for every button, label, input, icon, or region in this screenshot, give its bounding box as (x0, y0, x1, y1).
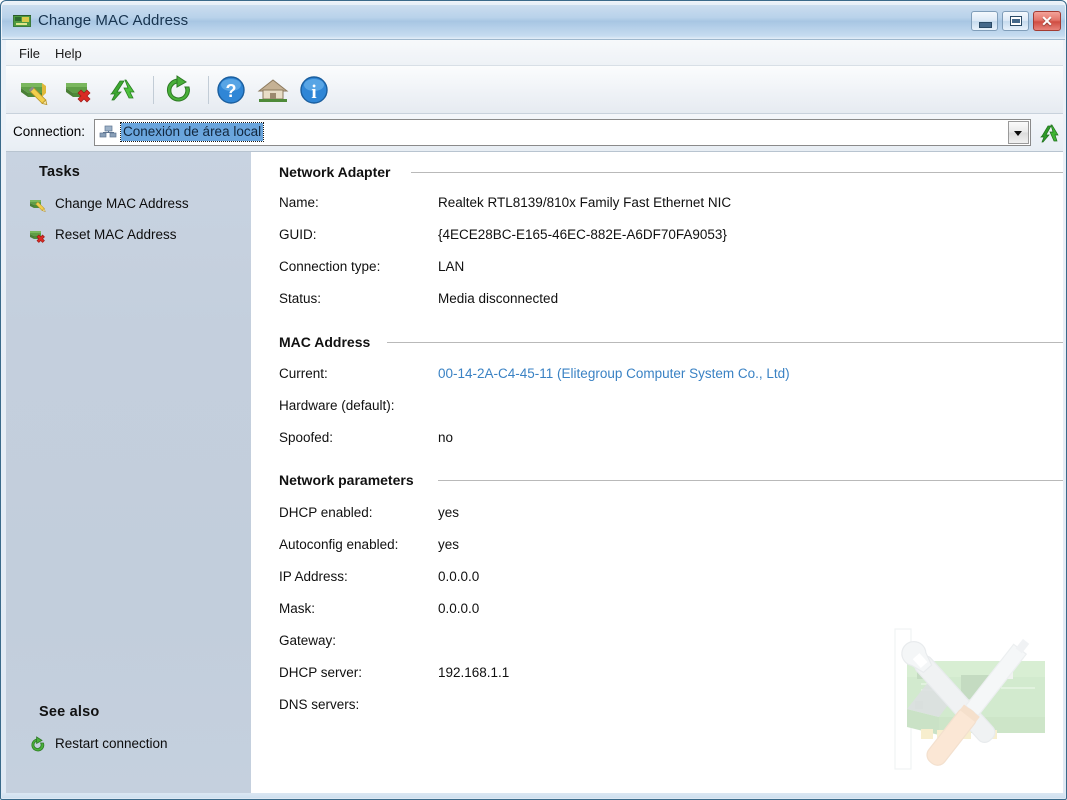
section-title-mac-address: MAC Address (279, 334, 371, 350)
row-value-guid: {4ECE28BC-E165-46EC-882E-A6DF70FA9053} (438, 227, 727, 242)
network-connection-icon (99, 125, 117, 140)
row-label-dhcp-enabled: DHCP enabled: (279, 505, 373, 520)
row-value-ip-address: 0.0.0.0 (438, 569, 480, 584)
row-label-spoofed: Spoofed: (279, 430, 334, 445)
row-value-name: Realtek RTL8139/810x Family Fast Etherne… (438, 195, 732, 210)
toolbar-separator-1 (153, 76, 154, 104)
row-label-connection-type: Connection type: (279, 259, 381, 274)
close-icon: ✕ (1041, 13, 1053, 29)
row-value-current-mac[interactable]: 00-14-2A-C4-45-11 (Elitegroup Computer S… (438, 366, 790, 381)
section-title-network-adapter: Network Adapter (279, 164, 391, 180)
minimize-button[interactable] (971, 11, 998, 31)
reset-mac-address-button[interactable] (62, 73, 96, 107)
row-value-connection-type: LAN (438, 259, 465, 274)
chevron-down-icon (1014, 131, 1022, 136)
blue-question-mark-help-icon: ? (217, 76, 245, 104)
close-button[interactable]: ✕ (1033, 11, 1061, 31)
section-title-network-parameters: Network parameters (279, 472, 414, 488)
row-label-guid: GUID: (279, 227, 317, 242)
details-panel: Network Adapter Name: Realtek RTL8139/81… (256, 152, 1063, 795)
row-label-gateway: Gateway: (279, 633, 337, 648)
about-button[interactable]: i (297, 73, 331, 107)
connection-label: Connection: (13, 124, 86, 139)
row-value-mask: 0.0.0.0 (438, 601, 480, 616)
toolbar-separator-2 (208, 76, 209, 104)
connection-combobox-field[interactable]: Conexión de área local (95, 120, 1008, 145)
network-card-pencil-icon (21, 83, 48, 106)
row-value-dhcp-server: 192.168.1.1 (438, 665, 510, 680)
connection-refresh-button[interactable] (1038, 123, 1062, 144)
sidebar: Tasks Change MAC Address Reset MAC Addre… (6, 152, 252, 795)
change-mac-address-button[interactable] (18, 73, 52, 107)
connection-selected-value[interactable]: Conexión de área local (119, 122, 265, 142)
network-card-icon (13, 13, 31, 29)
row-label-dns-servers: DNS servers: (279, 697, 360, 712)
menu-help[interactable]: Help (48, 44, 89, 63)
section-rule (387, 342, 1063, 343)
row-label-autoconfig-enabled: Autoconfig enabled: (279, 537, 399, 552)
row-label-name: Name: (279, 195, 319, 210)
sidebar-item-label: Change MAC Address (55, 196, 189, 211)
help-button[interactable]: ? (214, 73, 248, 107)
green-double-arrow-refresh-icon (1040, 124, 1059, 143)
section-rule (411, 172, 1063, 173)
row-label-ip-address: IP Address: (279, 569, 348, 584)
window-title: Change MAC Address (38, 12, 189, 29)
section-rule (438, 480, 1063, 481)
row-value-status: Media disconnected (438, 291, 559, 306)
network-card-red-x-icon (66, 83, 91, 103)
restart-connection-button[interactable] (162, 73, 196, 107)
house-home-icon (257, 79, 289, 102)
maximize-icon-inner (1012, 19, 1020, 23)
sidebar-item-label: Reset MAC Address (55, 227, 177, 242)
row-label-current: Current: (279, 366, 328, 381)
svg-text:?: ? (226, 81, 237, 101)
title-bar: Change MAC Address ✕ (2, 2, 1065, 40)
row-value-spoofed: no (438, 430, 454, 445)
connection-combobox[interactable]: Conexión de área local (94, 119, 1031, 146)
sidebar-item-label: Restart connection (55, 736, 168, 751)
row-label-status: Status: (279, 291, 322, 306)
title-bar-sheen (2, 2, 1065, 5)
content-area: Tasks Change MAC Address Reset MAC Addre… (6, 152, 1063, 795)
svg-text:i: i (311, 82, 316, 103)
sidebar-see-also-heading: See also (39, 704, 100, 720)
connection-dropdown-button[interactable] (1008, 121, 1029, 144)
connection-bar: Connection: Conexión de área local (6, 114, 1063, 152)
green-circular-restart-icon (29, 736, 47, 753)
row-label-hardware-default: Hardware (default): (279, 398, 395, 413)
network-card-red-x-icon (29, 227, 47, 244)
row-value-dhcp-enabled: yes (438, 505, 460, 520)
menu-file[interactable]: File (12, 44, 47, 63)
minimize-icon (979, 22, 992, 28)
blue-info-icon: i (300, 76, 328, 104)
application-window: Change MAC Address ✕ File Help ? i Conne… (0, 0, 1067, 800)
home-button[interactable] (256, 73, 290, 107)
refresh-button[interactable] (106, 73, 140, 107)
window-bottom-trim (2, 793, 1065, 798)
maximize-button[interactable] (1002, 11, 1029, 31)
toolbar: ? i (6, 66, 1063, 114)
row-label-mask: Mask: (279, 601, 316, 616)
row-label-dhcp-server: DHCP server: (279, 665, 363, 680)
network-card-with-tools-watermark (877, 617, 1055, 789)
row-value-autoconfig-enabled: yes (438, 537, 460, 552)
menu-bar: File Help (6, 40, 1063, 66)
green-circular-restart-icon (166, 75, 190, 102)
network-card-pencil-icon (29, 196, 47, 213)
sidebar-tasks-heading: Tasks (39, 164, 81, 180)
green-double-arrow-refresh-icon (110, 79, 135, 101)
